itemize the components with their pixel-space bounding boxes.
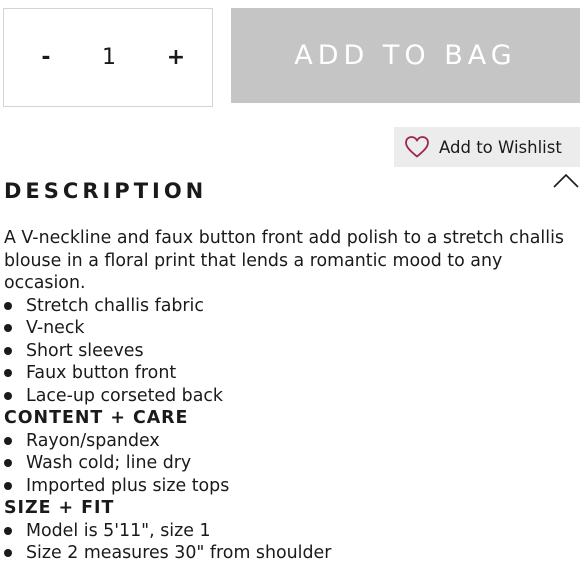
list-item-text: Short sleeves <box>26 340 144 361</box>
description-content: A V-neckline and faux button front add p… <box>4 227 580 565</box>
bullet-icon <box>4 369 12 378</box>
bullet-icon <box>4 391 12 400</box>
list-item: Short sleeves <box>4 340 580 363</box>
decrease-quantity-button[interactable]: - <box>26 37 66 77</box>
bullet-icon <box>4 436 12 445</box>
bullet-icon <box>4 459 12 468</box>
list-item-text: Stretch challis fabric <box>26 295 204 316</box>
content-care-heading: CONTENT + CARE <box>4 408 189 428</box>
list-item: V-neck <box>4 317 580 340</box>
list-item: Lace-up corseted back <box>4 385 580 408</box>
bullet-icon <box>4 549 12 558</box>
bullet-icon <box>4 526 12 535</box>
list-item-text: Model is 5'11", size 1 <box>26 520 211 541</box>
list-item-text: Lace-up corseted back <box>26 385 223 406</box>
description-paragraph: A V-neckline and faux button front add p… <box>4 228 564 293</box>
list-item: Size 2 measures 30" from shoulder <box>4 542 580 565</box>
add-to-bag-button[interactable]: ADD TO BAG <box>231 8 580 103</box>
increase-quantity-button[interactable]: + <box>156 37 196 77</box>
list-item-text: V-neck <box>26 318 85 338</box>
heart-outline-icon <box>404 135 430 159</box>
size-fit-heading: SIZE + FIT <box>4 498 115 518</box>
chevron-up-icon[interactable] <box>552 171 580 189</box>
description-heading: DESCRIPTION <box>4 179 208 203</box>
quantity-stepper: - 1 + <box>3 8 213 107</box>
list-item-text: Imported plus size tops <box>26 475 230 496</box>
bullet-icon <box>4 481 12 490</box>
bullet-icon <box>4 346 12 355</box>
bullet-icon <box>4 301 12 310</box>
list-item-text: Faux button front <box>26 363 177 383</box>
list-item-text: Wash cold; line dry <box>26 453 192 473</box>
content-care-list: Rayon/spandex Wash cold; line dry Import… <box>4 430 580 498</box>
list-item-text: Size 2 measures 30" from shoulder <box>26 543 332 563</box>
quantity-value[interactable]: 1 <box>84 37 134 77</box>
list-item: Rayon/spandex <box>4 430 580 453</box>
list-item: Model is 5'11", size 1 <box>4 520 580 543</box>
list-item: Wash cold; line dry <box>4 452 580 475</box>
list-item: Stretch challis fabric <box>4 295 580 318</box>
size-fit-list: Model is 5'11", size 1 Size 2 measures 3… <box>4 520 580 565</box>
list-item-text: Rayon/spandex <box>26 430 160 451</box>
feature-list: Stretch challis fabric V-neck Short slee… <box>4 295 580 408</box>
list-item: Imported plus size tops <box>4 475 580 498</box>
add-to-wishlist-button[interactable]: Add to Wishlist <box>394 127 580 167</box>
list-item: Faux button front <box>4 362 580 385</box>
bullet-icon <box>4 324 12 333</box>
wishlist-label: Add to Wishlist <box>439 137 562 157</box>
